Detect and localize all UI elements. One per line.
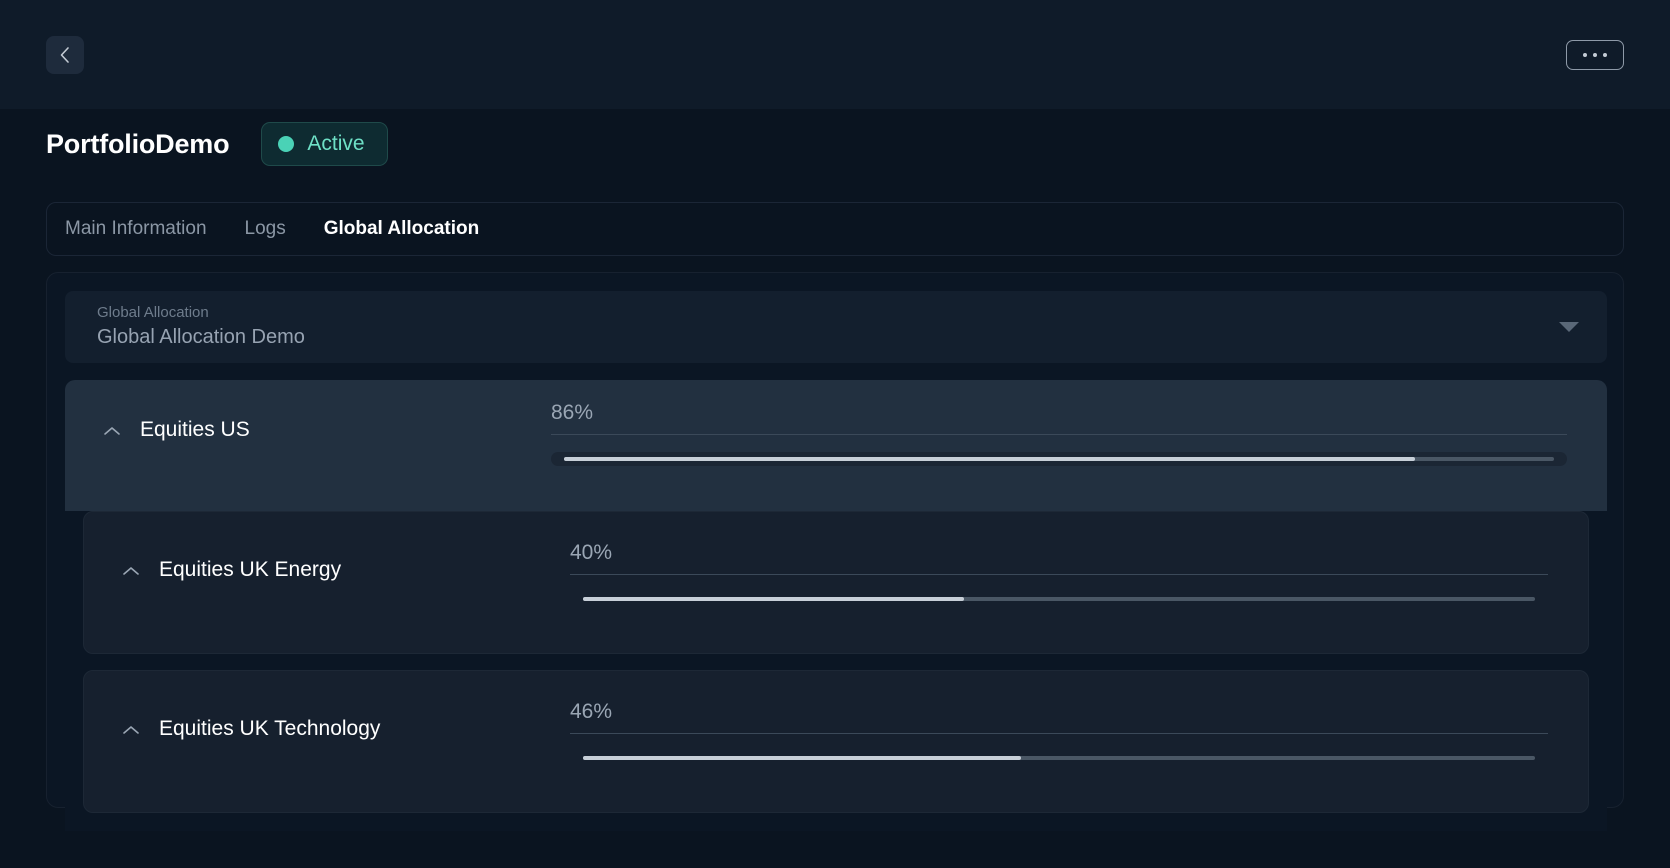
allocation-name: Equities UK Technology <box>159 717 381 740</box>
ellipsis-icon <box>1593 52 1597 57</box>
ellipsis-icon <box>1603 52 1607 57</box>
nested-allocation-group: Equities UK Energy 40% Equities UK Techn… <box>65 511 1607 831</box>
status-badge-label: Active <box>307 132 365 155</box>
allocation-row: Equities US 86% <box>65 380 1607 495</box>
select-label: Global Allocation <box>97 304 209 321</box>
global-allocation-card: Global Allocation Global Allocation Demo… <box>46 272 1624 831</box>
select-value: Global Allocation Demo <box>97 326 305 348</box>
tab-main-information[interactable]: Main Information <box>65 218 207 240</box>
tab-logs[interactable]: Logs <box>245 218 286 240</box>
percent-value: 46% <box>570 700 613 723</box>
chevron-left-icon <box>59 46 71 64</box>
more-options-button[interactable] <box>1566 39 1624 70</box>
tab-bar: Main Information Logs Global Allocation <box>46 202 1624 256</box>
slider-fill <box>564 457 1416 461</box>
allocation-controls: 40% <box>570 541 1588 606</box>
percent-value: 86% <box>551 401 594 424</box>
percent-input[interactable]: 40% <box>570 541 1548 575</box>
allocation-controls: 86% <box>551 401 1607 466</box>
back-button[interactable] <box>46 35 84 74</box>
allocation-row-header[interactable]: Equities UK Energy <box>122 558 570 582</box>
status-dot-icon <box>278 136 295 152</box>
percent-value: 40% <box>570 541 613 564</box>
slider-fill <box>583 597 964 601</box>
percent-input[interactable]: 86% <box>551 401 1567 435</box>
allocation-name: Equities US <box>140 418 250 441</box>
slider-fill <box>583 756 1021 760</box>
chevron-up-icon[interactable] <box>103 424 121 436</box>
allocation-name: Equities UK Energy <box>159 558 342 581</box>
caret-down-icon[interactable] <box>1559 322 1579 332</box>
allocation-slider[interactable] <box>551 452 1567 466</box>
allocation-row: Equities UK Technology 46% <box>83 670 1589 813</box>
page-header: PortfolioDemo Active <box>46 122 388 166</box>
chevron-up-icon[interactable] <box>122 564 140 576</box>
allocation-row: Equities UK Energy 40% <box>83 511 1589 654</box>
slider-track <box>583 597 1535 601</box>
slider-track <box>583 756 1535 760</box>
top-bar <box>0 0 1670 109</box>
percent-input[interactable]: 46% <box>570 700 1548 734</box>
page-title: PortfolioDemo <box>46 128 230 159</box>
allocation-controls: 46% <box>570 700 1588 765</box>
tab-global-allocation[interactable]: Global Allocation <box>324 218 480 240</box>
global-allocation-select[interactable]: Global Allocation Global Allocation Demo <box>65 291 1607 363</box>
ellipsis-icon <box>1583 52 1587 57</box>
slider-track <box>564 457 1554 461</box>
allocation-row-header[interactable]: Equities US <box>103 418 551 442</box>
allocation-slider[interactable] <box>570 592 1548 606</box>
allocation-tree: Equities US 86% Equities UK Energy 40% E… <box>65 380 1607 831</box>
chevron-up-icon[interactable] <box>122 723 140 735</box>
allocation-slider[interactable] <box>570 751 1548 765</box>
allocation-row-header[interactable]: Equities UK Technology <box>122 717 570 741</box>
status-badge[interactable]: Active <box>261 122 388 166</box>
